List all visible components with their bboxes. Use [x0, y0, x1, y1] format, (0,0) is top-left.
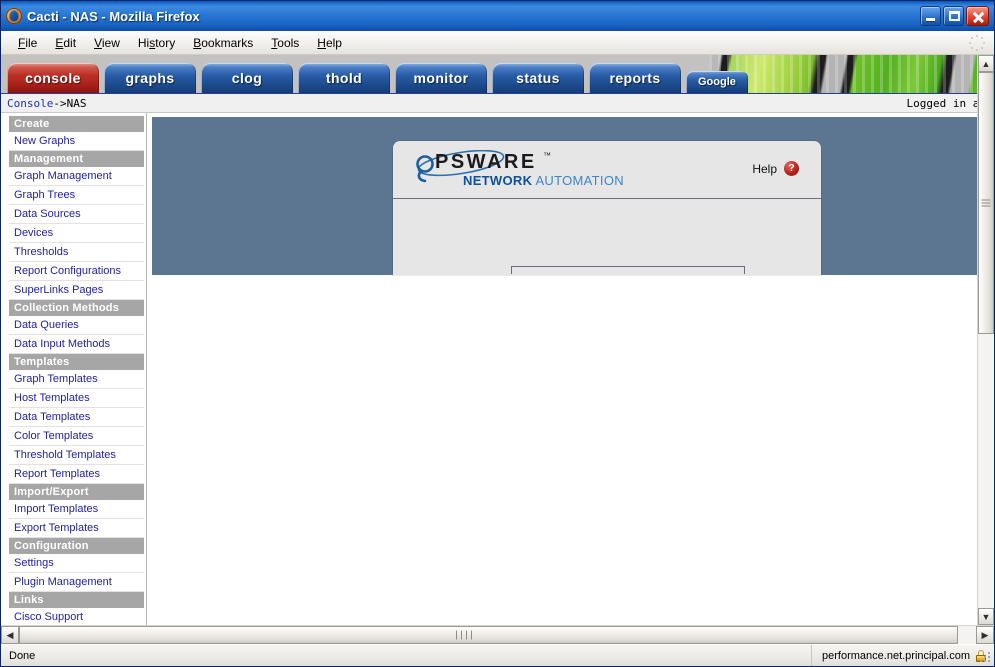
sidebar-item-data-input-methods[interactable]: Data Input Methods [9, 335, 144, 354]
browser-window: Cacti - NAS - Mozilla Firefox File Edit … [0, 0, 995, 667]
menu-history[interactable]: History [129, 33, 184, 53]
sidebar-item-data-templates[interactable]: Data Templates [9, 408, 144, 427]
sidebar-item-graph-trees[interactable]: Graph Trees [9, 186, 144, 205]
content-stub-box [511, 266, 745, 274]
sidebar-item-export-templates[interactable]: Export Templates [9, 519, 144, 538]
logo-card-body [393, 199, 821, 274]
tab-status[interactable]: status [492, 63, 584, 93]
scroll-up-button[interactable]: ▲ [978, 55, 994, 72]
status-bar: Done performance.net.principal.com [1, 644, 994, 666]
tab-reports[interactable]: reports [589, 63, 681, 93]
sidebar-item-color-templates[interactable]: Color Templates [9, 427, 144, 446]
sidebar-header-import-export: Import/Export [9, 484, 144, 500]
sidebar-item-data-queries[interactable]: Data Queries [9, 316, 144, 335]
sidebar-header-collection-methods: Collection Methods [9, 300, 144, 316]
tab-thold[interactable]: thold [298, 63, 390, 93]
page-body: Create New Graphs Management Graph Manageme… [1, 113, 994, 625]
sidebar-item-graph-templates[interactable]: Graph Templates [9, 370, 144, 389]
sidebar-header-create: Create [9, 116, 144, 132]
scroll-down-button[interactable]: ▼ [978, 608, 994, 625]
window-title: Cacti - NAS - Mozilla Firefox [27, 8, 200, 24]
menu-help[interactable]: Help [308, 33, 351, 53]
horizontal-scroll-thumb[interactable] [19, 626, 958, 644]
cacti-tabs: console graphs clog thold monitor status repor… [7, 63, 748, 93]
scroll-grip [981, 198, 991, 209]
tab-monitor[interactable]: monitor [395, 63, 487, 93]
page-viewport: console graphs clog thold monitor status repor… [1, 55, 994, 625]
scroll-right-button[interactable]: ▶ [976, 626, 994, 644]
maximize-button[interactable] [943, 6, 964, 26]
tab-clog[interactable]: clog [201, 63, 293, 93]
menu-bookmarks[interactable]: Bookmarks [184, 33, 262, 53]
menu-tools[interactable]: Tools [262, 33, 308, 53]
sidebar-item-threshold-templates[interactable]: Threshold Templates [9, 446, 144, 465]
sidebar-item-host-templates[interactable]: Host Templates [9, 389, 144, 408]
breadcrumb-console-link[interactable]: Console [7, 97, 53, 110]
green-stripes-banner [709, 55, 994, 93]
opsware-logo: PSWARE ™ NETWORK AUTOMATION [413, 148, 663, 192]
sidebar-item-settings[interactable]: Settings [9, 554, 144, 573]
sidebar: Create New Graphs Management Graph Manageme… [1, 113, 147, 625]
tagline-automation: AUTOMATION [532, 172, 624, 188]
logged-in-label: Logged in as [906, 96, 986, 110]
tab-graphs[interactable]: graphs [104, 63, 196, 93]
sidebar-item-cisco-support[interactable]: Cisco Support [9, 608, 144, 625]
scroll-grip [454, 630, 474, 640]
sidebar-header-configuration: Configuration [9, 538, 144, 554]
breadcrumb: Console -> NAS Logged in as [1, 93, 994, 113]
tab-console[interactable]: console [7, 63, 99, 93]
sidebar-item-thresholds[interactable]: Thresholds [9, 243, 144, 262]
opsware-trademark: ™ [543, 150, 551, 160]
title-bar: Cacti - NAS - Mozilla Firefox [1, 1, 994, 31]
security-host-label: performance.net.principal.com [822, 649, 970, 662]
scroll-left-button[interactable]: ◀ [1, 626, 19, 644]
sidebar-header-management: Management [9, 151, 144, 167]
menu-file[interactable]: File [9, 33, 46, 53]
help-label: Help [752, 161, 777, 176]
vertical-scrollbar[interactable]: ▲ ▼ [977, 55, 994, 625]
menu-view[interactable]: View [85, 33, 129, 53]
tagline-network: NETWORK [463, 172, 533, 188]
help-link[interactable]: Help ? [752, 161, 799, 176]
window-resize-grip[interactable] [980, 652, 992, 664]
nas-panel: PSWARE ™ NETWORK AUTOMATION Help ? [152, 117, 980, 275]
sidebar-item-report-configurations[interactable]: Report Configurations [9, 262, 144, 281]
sidebar-item-new-graphs[interactable]: New Graphs [9, 132, 144, 151]
sidebar-item-superlinks-pages[interactable]: SuperLinks Pages [9, 281, 144, 300]
minimize-button[interactable] [920, 6, 941, 26]
sidebar-header-templates: Templates [9, 354, 144, 370]
cacti-tab-strip: console graphs clog thold monitor status repor… [1, 55, 994, 93]
sidebar-header-links: Links [9, 592, 144, 608]
sidebar-item-plugin-management[interactable]: Plugin Management [9, 573, 144, 592]
sidebar-item-devices[interactable]: Devices [9, 224, 144, 243]
help-question-icon[interactable]: ? [784, 161, 799, 176]
loading-throbber-icon [968, 34, 986, 52]
menu-bar: File Edit View History Bookmarks Tools H… [1, 31, 994, 55]
sidebar-item-data-sources[interactable]: Data Sources [9, 205, 144, 224]
menu-edit[interactable]: Edit [46, 33, 85, 53]
opsware-wordmark: PSWARE [435, 150, 537, 173]
security-indicator[interactable]: performance.net.principal.com [812, 645, 994, 666]
status-text: Done [1, 645, 813, 666]
logo-header: PSWARE ™ NETWORK AUTOMATION Help ? [393, 141, 821, 199]
sidebar-item-report-templates[interactable]: Report Templates [9, 465, 144, 484]
close-button[interactable] [966, 6, 989, 26]
window-controls [920, 6, 991, 26]
sidebar-item-import-templates[interactable]: Import Templates [9, 500, 144, 519]
horizontal-scrollbar[interactable]: ◀ ▶ [1, 625, 994, 644]
main-content: PSWARE ™ NETWORK AUTOMATION Help ? [147, 113, 994, 625]
tab-google[interactable]: Google [686, 71, 748, 93]
opsware-tagline: NETWORK AUTOMATION [463, 173, 624, 188]
firefox-icon [6, 8, 22, 24]
sidebar-item-graph-management[interactable]: Graph Management [9, 167, 144, 186]
breadcrumb-separator: -> [53, 96, 67, 110]
opsware-logo-card: PSWARE ™ NETWORK AUTOMATION Help ? [393, 141, 821, 275]
breadcrumb-current: NAS [66, 96, 87, 110]
vertical-scroll-thumb[interactable] [978, 72, 994, 334]
